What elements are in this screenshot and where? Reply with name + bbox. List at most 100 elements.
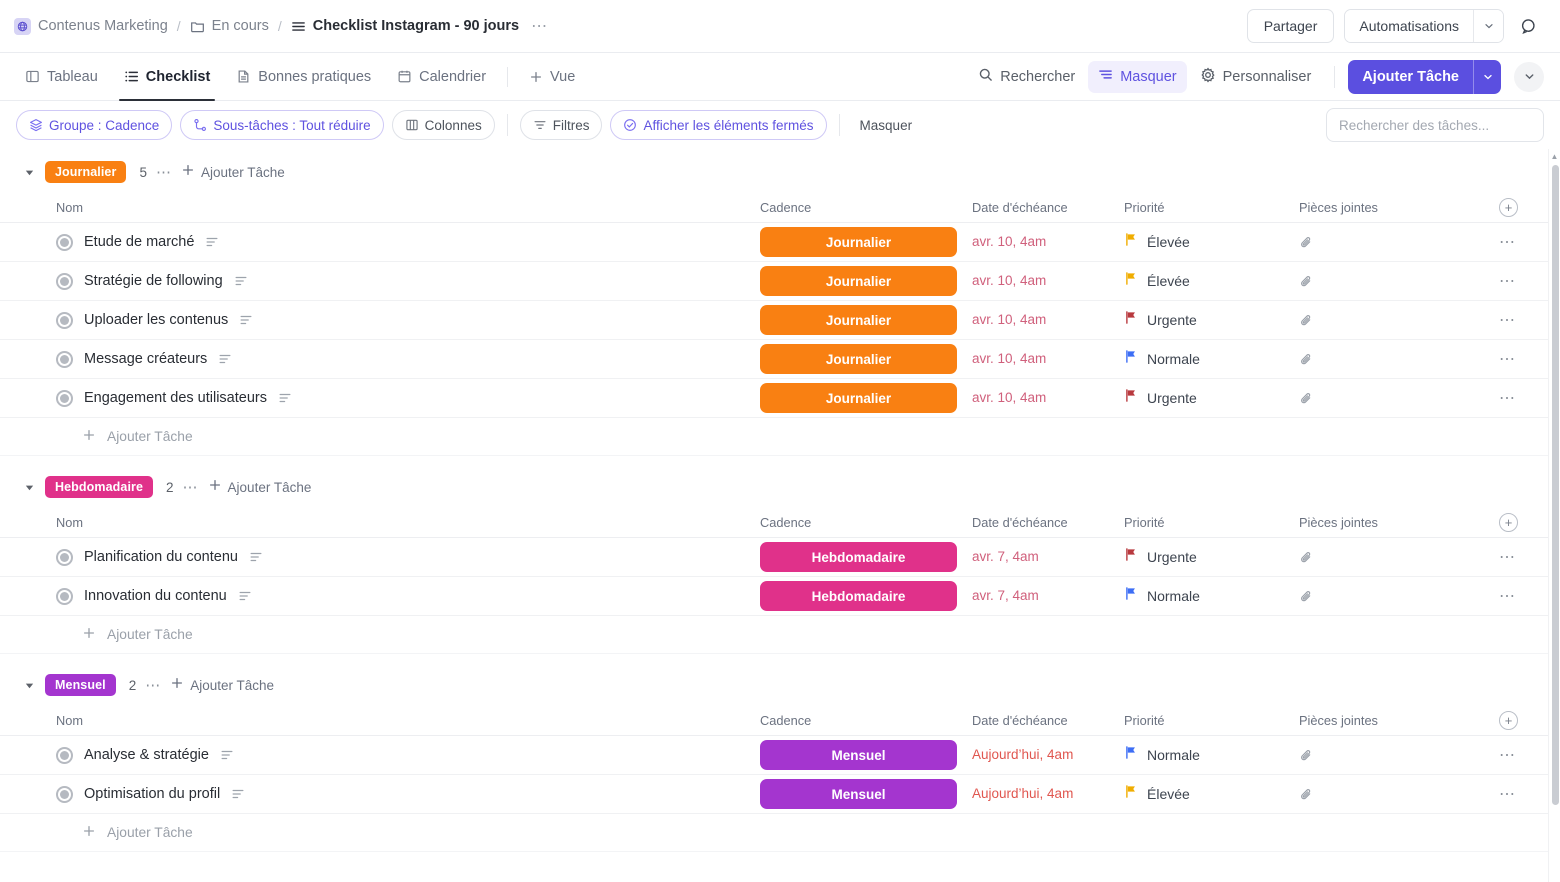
row-more-button[interactable]: ⋯	[1499, 388, 1517, 408]
table-row[interactable]: Message créateurs Journalier avr. 10, 4a…	[0, 340, 1560, 379]
column-header-cadence[interactable]: Cadence	[760, 515, 972, 530]
row-more-button[interactable]: ⋯	[1499, 232, 1517, 252]
priority-cell[interactable]: Élevée	[1124, 232, 1299, 252]
due-date-cell[interactable]: avr. 10, 4am	[972, 272, 1124, 290]
automations-button[interactable]: Automatisations	[1345, 10, 1473, 42]
add-task-chevron-down-icon[interactable]	[1473, 60, 1501, 94]
vertical-scrollbar[interactable]: ▲	[1548, 149, 1560, 882]
tab-bonnes-pratiques[interactable]: Bonnes pratiques	[225, 53, 382, 100]
column-header-attachments[interactable]: Pièces jointes	[1299, 200, 1489, 215]
cadence-badge[interactable]: Journalier	[760, 266, 957, 296]
subtasks-chip[interactable]: Sous-tâches : Tout réduire	[180, 110, 383, 140]
add-column-button[interactable]: +	[1499, 711, 1518, 730]
paperclip-icon[interactable]	[1299, 274, 1314, 289]
task-status-icon[interactable]	[56, 786, 73, 803]
task-status-icon[interactable]	[56, 273, 73, 290]
add-column-button[interactable]: +	[1499, 513, 1518, 532]
cadence-badge[interactable]: Journalier	[760, 344, 957, 374]
paperclip-icon[interactable]	[1299, 748, 1314, 763]
paperclip-icon[interactable]	[1299, 313, 1314, 328]
due-date-cell[interactable]: Aujourd’hui, 4am	[972, 785, 1124, 803]
breadcrumb-folder[interactable]: En cours	[190, 18, 269, 34]
tab-tableau[interactable]: Tableau	[14, 53, 109, 100]
column-header-name[interactable]: Nom	[56, 515, 760, 530]
attachments-cell[interactable]	[1299, 589, 1489, 604]
more-views-chevron-down-icon[interactable]	[1514, 62, 1544, 92]
group-add-task-button[interactable]: Ajouter Tâche	[208, 478, 312, 496]
breadcrumb-more-button[interactable]: ⋯	[527, 16, 548, 36]
priority-cell[interactable]: Urgente	[1124, 388, 1299, 408]
tab-calendrier[interactable]: Calendrier	[386, 53, 497, 100]
hide-toolbar-button[interactable]: Masquer	[852, 118, 921, 133]
column-header-attachments[interactable]: Pièces jointes	[1299, 713, 1489, 728]
column-header-name[interactable]: Nom	[56, 200, 760, 215]
cadence-badge[interactable]: Journalier	[760, 305, 957, 335]
attachments-cell[interactable]	[1299, 391, 1489, 406]
table-row[interactable]: Optimisation du profil Mensuel Aujourd’h…	[0, 775, 1560, 814]
column-header-attachments[interactable]: Pièces jointes	[1299, 515, 1489, 530]
paperclip-icon[interactable]	[1299, 589, 1314, 604]
due-date-cell[interactable]: avr. 10, 4am	[972, 233, 1124, 251]
row-more-button[interactable]: ⋯	[1499, 310, 1517, 330]
due-date-cell[interactable]: Aujourd’hui, 4am	[972, 746, 1124, 764]
paperclip-icon[interactable]	[1299, 352, 1314, 367]
add-task-row[interactable]: Ajouter Tâche	[0, 814, 1560, 852]
help-search-icon[interactable]	[1514, 11, 1544, 41]
paperclip-icon[interactable]	[1299, 235, 1314, 250]
priority-cell[interactable]: Urgente	[1124, 547, 1299, 567]
due-date-cell[interactable]: avr. 7, 4am	[972, 548, 1124, 566]
group-more-button[interactable]: ⋯	[156, 163, 172, 181]
task-status-icon[interactable]	[56, 747, 73, 764]
task-status-icon[interactable]	[56, 390, 73, 407]
hide-fields-button[interactable]: Masquer	[1088, 61, 1186, 93]
add-column-button[interactable]: +	[1499, 198, 1518, 217]
row-more-button[interactable]: ⋯	[1499, 745, 1517, 765]
share-button[interactable]: Partager	[1247, 9, 1335, 43]
breadcrumb-list[interactable]: Checklist Instagram - 90 jours	[291, 18, 519, 34]
attachments-cell[interactable]	[1299, 274, 1489, 289]
due-date-cell[interactable]: avr. 10, 4am	[972, 311, 1124, 329]
group-more-button[interactable]: ⋯	[183, 478, 199, 496]
group-collapse-icon[interactable]	[22, 167, 36, 178]
cadence-badge[interactable]: Hebdomadaire	[760, 542, 957, 572]
column-header-cadence[interactable]: Cadence	[760, 713, 972, 728]
group-collapse-icon[interactable]	[22, 482, 36, 493]
priority-cell[interactable]: Urgente	[1124, 310, 1299, 330]
tab-add-view[interactable]: Vue	[518, 53, 586, 100]
column-header-cadence[interactable]: Cadence	[760, 200, 972, 215]
attachments-cell[interactable]	[1299, 313, 1489, 328]
due-date-cell[interactable]: avr. 10, 4am	[972, 350, 1124, 368]
attachments-cell[interactable]	[1299, 550, 1489, 565]
show-closed-chip[interactable]: Afficher les éléments fermés	[610, 110, 826, 140]
table-row[interactable]: Uploader les contenus Journalier avr. 10…	[0, 301, 1560, 340]
add-task-row[interactable]: Ajouter Tâche	[0, 418, 1560, 456]
tab-checklist[interactable]: Checklist	[113, 53, 221, 100]
group-by-chip[interactable]: Groupe : Cadence	[16, 110, 172, 140]
priority-cell[interactable]: Normale	[1124, 349, 1299, 369]
paperclip-icon[interactable]	[1299, 787, 1314, 802]
breadcrumb-workspace[interactable]: Contenus Marketing	[14, 18, 168, 35]
filters-chip[interactable]: Filtres	[520, 110, 603, 140]
task-status-icon[interactable]	[56, 351, 73, 368]
add-task-row[interactable]: Ajouter Tâche	[0, 616, 1560, 654]
customize-button[interactable]: Personnaliser	[1190, 61, 1322, 93]
cadence-badge[interactable]: Journalier	[760, 227, 957, 257]
priority-cell[interactable]: Normale	[1124, 586, 1299, 606]
due-date-cell[interactable]: avr. 7, 4am	[972, 587, 1124, 605]
group-more-button[interactable]: ⋯	[145, 676, 161, 694]
priority-cell[interactable]: Normale	[1124, 745, 1299, 765]
due-date-cell[interactable]: avr. 10, 4am	[972, 389, 1124, 407]
search-tasks-input[interactable]	[1326, 108, 1544, 142]
table-row[interactable]: Stratégie de following Journalier avr. 1…	[0, 262, 1560, 301]
cadence-badge[interactable]: Journalier	[760, 383, 957, 413]
task-status-icon[interactable]	[56, 234, 73, 251]
attachments-cell[interactable]	[1299, 787, 1489, 802]
group-badge[interactable]: Mensuel	[45, 674, 116, 696]
row-more-button[interactable]: ⋯	[1499, 784, 1517, 804]
table-row[interactable]: Innovation du contenu Hebdomadaire avr. …	[0, 577, 1560, 616]
row-more-button[interactable]: ⋯	[1499, 271, 1517, 291]
task-status-icon[interactable]	[56, 588, 73, 605]
table-row[interactable]: Engagement des utilisateurs Journalier a…	[0, 379, 1560, 418]
group-add-task-button[interactable]: Ajouter Tâche	[170, 676, 274, 694]
table-row[interactable]: Planification du contenu Hebdomadaire av…	[0, 538, 1560, 577]
